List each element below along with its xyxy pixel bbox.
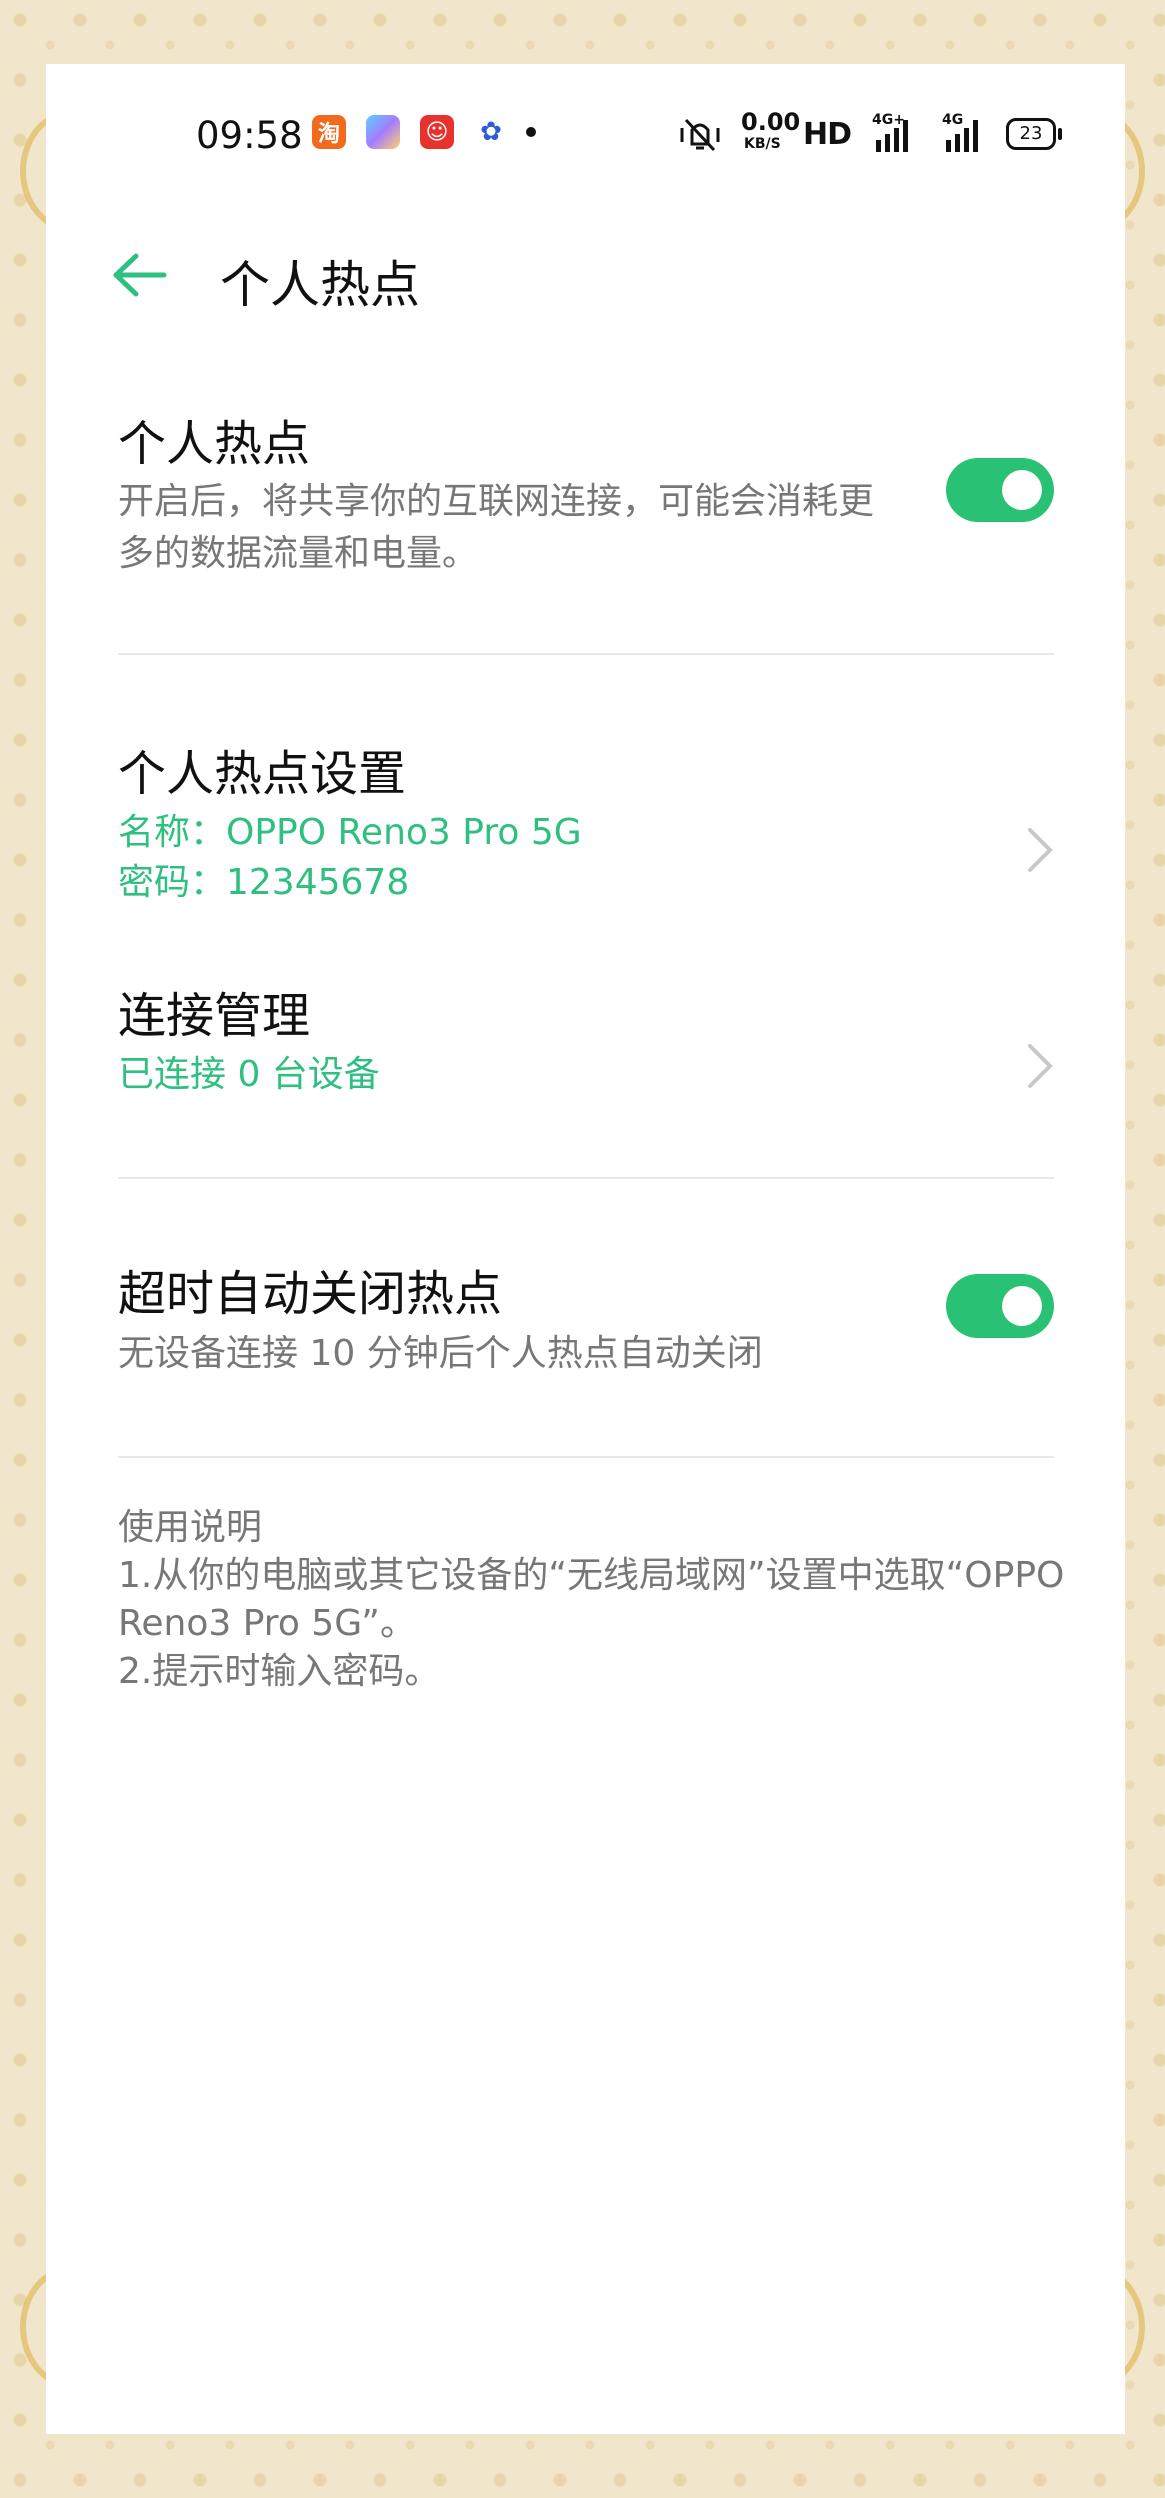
signal-2-label: 4G xyxy=(942,112,964,128)
auto-off-description: 无设备连接 10 分钟后个人热点自动关闭 xyxy=(118,1333,763,1374)
phone-screen: 09:58 淘 ☺ ✿ 0.00 KB/S HD 4G+ 4G 23 个人热点 … xyxy=(46,64,1125,2434)
hd-voice-icon: HD xyxy=(803,117,852,152)
gallery-icon xyxy=(366,115,400,149)
hotspot-toggle[interactable] xyxy=(946,458,1054,522)
auto-off-row[interactable]: 超时自动关闭热点 无设备连接 10 分钟后个人热点自动关闭 xyxy=(118,1254,1058,1404)
taobao-icon: 淘 xyxy=(312,115,346,149)
signal-2-icon: 4G xyxy=(942,112,978,152)
hotspot-settings-title: 个人热点设置 xyxy=(118,746,407,802)
auto-off-title: 超时自动关闭热点 xyxy=(118,1266,503,1322)
signal-1-icon: 4G+ xyxy=(872,112,908,152)
back-arrow-icon[interactable] xyxy=(110,250,170,300)
page-title: 个人热点 xyxy=(220,256,420,314)
hotspot-name: 名称：OPPO Reno3 Pro 5G xyxy=(118,812,582,853)
pinduoduo-icon: ☺ xyxy=(420,115,454,149)
hotspot-settings-row[interactable]: 个人热点设置 名称：OPPO Reno3 Pro 5G 密码：12345678 xyxy=(118,734,1058,934)
chevron-right-icon xyxy=(1028,1044,1053,1088)
hotspot-password: 密码：12345678 xyxy=(118,862,410,903)
hotspot-description-line1: 开启后，将共享你的互联网连接，可能会消耗更 xyxy=(118,481,875,522)
connection-management-row[interactable]: 连接管理 已连接 0 台设备 xyxy=(118,976,1058,1126)
baidu-icon: ✿ xyxy=(474,115,508,149)
connection-status: 已连接 0 台设备 xyxy=(118,1054,380,1095)
divider xyxy=(118,1177,1054,1179)
battery-icon: 23 xyxy=(1006,118,1062,150)
chevron-right-icon xyxy=(1028,828,1053,872)
signal-1-label: 4G+ xyxy=(872,112,905,128)
connection-management-title: 连接管理 xyxy=(118,988,311,1044)
instructions-line1: 1.从你的电脑或其它设备的“无线局域网”设置中选取“OPPO xyxy=(118,1555,1065,1596)
divider xyxy=(118,1456,1054,1458)
vibrate-icon xyxy=(680,118,720,152)
hotspot-row[interactable]: 个人热点 开启后，将共享你的互联网连接，可能会消耗更 多的数据流量和电量。 xyxy=(118,404,1058,634)
auto-off-toggle[interactable] xyxy=(946,1274,1054,1338)
net-speed-unit: KB/S xyxy=(744,136,781,152)
more-notifications-icon xyxy=(526,127,536,137)
hotspot-description-line2: 多的数据流量和电量。 xyxy=(118,533,479,574)
status-time: 09:58 xyxy=(196,114,303,157)
hotspot-title: 个人热点 xyxy=(118,416,311,472)
instructions-line2: Reno3 Pro 5G”。 xyxy=(118,1603,416,1644)
net-speed-value: 0.00 xyxy=(741,108,801,136)
divider xyxy=(118,653,1054,655)
instructions-heading: 使用说明 xyxy=(118,1507,263,1548)
instructions-line3: 2.提示时输入密码。 xyxy=(118,1651,441,1692)
